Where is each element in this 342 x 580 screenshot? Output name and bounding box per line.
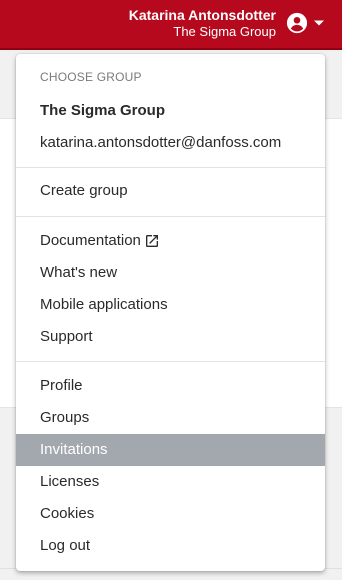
menu-divider [16, 361, 325, 362]
user-org: The Sigma Group [173, 24, 276, 39]
mobile-applications-label: Mobile applications [40, 296, 168, 313]
user-name: Katarina Antonsdotter [128, 7, 276, 23]
log-out-item[interactable]: Log out [16, 530, 325, 562]
create-group-label: Create group [40, 182, 128, 199]
menu-divider [16, 216, 325, 217]
groups-item[interactable]: Groups [16, 402, 325, 434]
licenses-label: Licenses [40, 473, 100, 490]
groups-label: Groups [40, 409, 90, 426]
profile-item[interactable]: Profile [16, 370, 325, 402]
documentation-item[interactable]: Documentation [16, 225, 325, 257]
menu-divider [16, 167, 325, 168]
profile-label: Profile [40, 377, 83, 394]
mobile-applications-item[interactable]: Mobile applications [16, 289, 325, 321]
external-link-icon [145, 235, 158, 247]
cookies-item[interactable]: Cookies [16, 498, 325, 530]
log-out-label: Log out [40, 537, 91, 554]
caret-down-icon[interactable] [313, 19, 325, 27]
account-circle-icon[interactable] [286, 12, 308, 34]
user-dropdown-menu: CHOOSE GROUP The Sigma Group katarina.an… [16, 54, 325, 571]
current-group-name[interactable]: The Sigma Group [40, 102, 165, 119]
licenses-item[interactable]: Licenses [16, 466, 325, 498]
top-bar: Katarina Antonsdotter The Sigma Group [0, 0, 342, 50]
choose-group-header: CHOOSE GROUP [40, 70, 142, 84]
whats-new-item[interactable]: What's new [16, 257, 325, 289]
whats-new-label: What's new [40, 264, 118, 281]
invitations-item[interactable]: Invitations [16, 434, 325, 466]
invitations-label: Invitations [40, 441, 108, 458]
user-info[interactable]: Katarina Antonsdotter The Sigma Group [129, 7, 276, 40]
cookies-label: Cookies [40, 505, 95, 522]
documentation-label: Documentation [40, 232, 141, 249]
create-group-item[interactable]: Create group [16, 175, 325, 207]
support-item[interactable]: Support [16, 321, 325, 353]
support-label: Support [40, 328, 93, 345]
user-email: katarina.antonsdotter@danfoss.com [40, 134, 282, 151]
